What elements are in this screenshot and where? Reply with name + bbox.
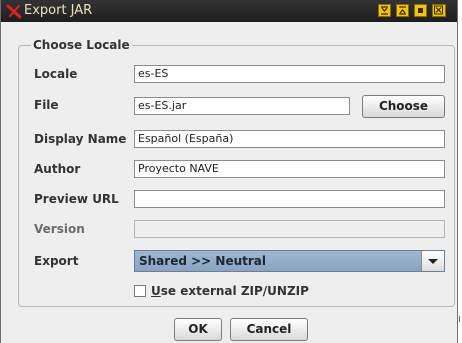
display-name-field[interactable]: Español (España) xyxy=(134,130,445,148)
export-select-arrow[interactable] xyxy=(421,251,444,271)
file-label: File xyxy=(34,98,59,112)
author-field[interactable]: Proyecto NAVE xyxy=(134,160,445,178)
version-field xyxy=(134,220,445,238)
preview-url-field[interactable] xyxy=(134,190,445,208)
preview-url-label: Preview URL xyxy=(34,192,119,206)
export-select-value: Shared >> Neutral xyxy=(139,254,266,268)
chevron-down-icon xyxy=(428,259,438,264)
red-x-icon xyxy=(6,4,22,19)
external-zip-checkbox[interactable] xyxy=(134,285,146,297)
external-zip-label: Use external ZIP/UNZIP xyxy=(151,283,309,299)
file-field[interactable]: es-ES.jar xyxy=(134,97,350,115)
display-name-label: Display Name xyxy=(34,132,127,146)
maximize-icon[interactable] xyxy=(396,4,409,17)
version-label: Version xyxy=(34,222,85,236)
section-legend: Choose Locale xyxy=(31,37,132,53)
close-icon[interactable] xyxy=(432,4,446,17)
choose-button[interactable]: Choose xyxy=(362,95,445,118)
cancel-button[interactable]: Cancel xyxy=(230,318,308,341)
export-jar-dialog: Export JAR Choose Locale Locale es-ES Fi… xyxy=(0,0,458,343)
author-label: Author xyxy=(34,162,81,176)
locale-label: Locale xyxy=(34,67,78,81)
window-title: Export JAR xyxy=(24,3,93,18)
title-bar[interactable]: Export JAR xyxy=(1,0,457,22)
background-edge-mark xyxy=(459,316,460,322)
export-select[interactable]: Shared >> Neutral xyxy=(134,250,445,272)
locale-field[interactable]: es-ES xyxy=(134,65,445,83)
external-zip-label-text: se external ZIP/UNZIP xyxy=(160,284,309,298)
mnemonic-u: U xyxy=(151,284,161,298)
minimize-icon[interactable] xyxy=(378,4,391,17)
restore-icon[interactable] xyxy=(414,4,427,17)
export-label: Export xyxy=(34,254,79,268)
ok-button[interactable]: OK xyxy=(174,318,222,341)
